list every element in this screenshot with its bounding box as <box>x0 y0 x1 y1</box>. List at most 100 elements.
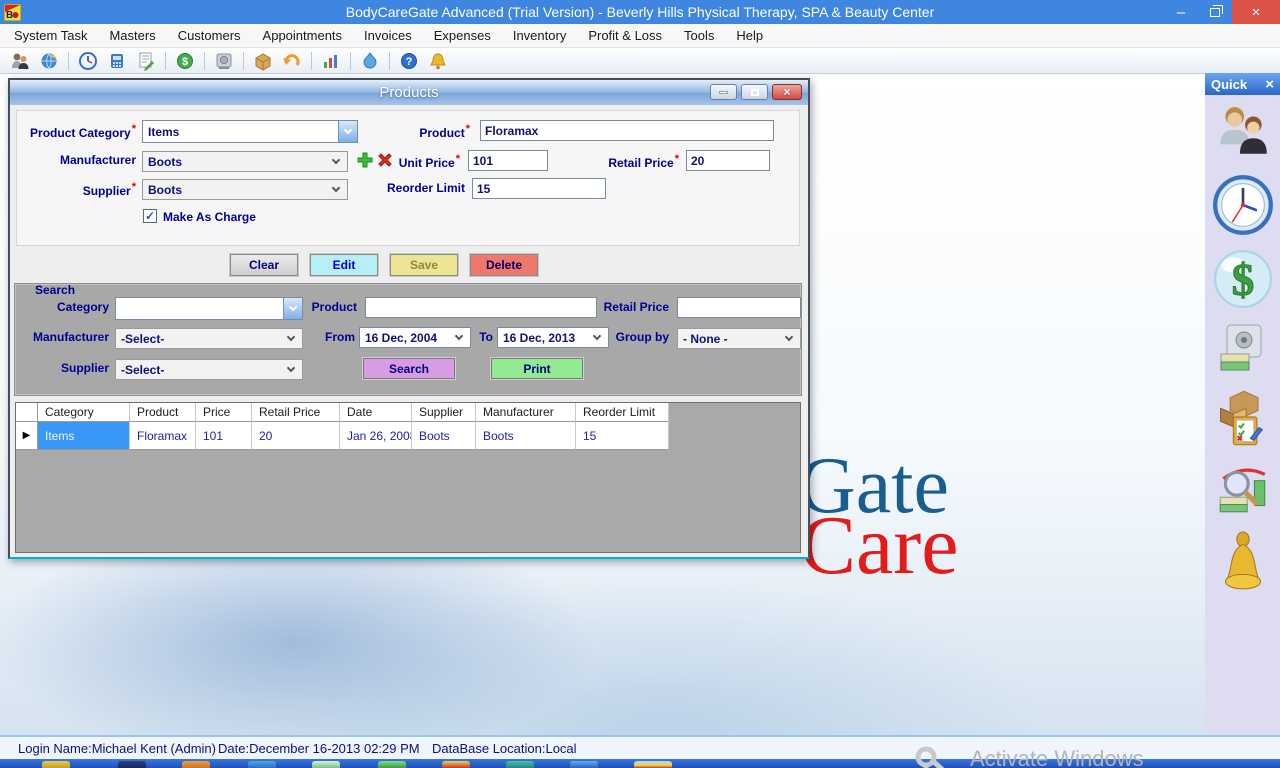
grid-header-date[interactable]: Date <box>340 403 412 422</box>
date-to-picker[interactable]: 16 Dec, 2013 <box>497 327 609 348</box>
toolbar-bell-icon[interactable] <box>428 51 448 71</box>
toolbar-undo-icon[interactable] <box>282 51 302 71</box>
menu-item-inventory[interactable]: Inventory <box>513 28 566 43</box>
menu-item-expenses[interactable]: Expenses <box>434 28 491 43</box>
products-grid: Category Product Price Retail Price Date… <box>15 402 801 553</box>
grid-data-row[interactable]: ▶ Items Floramax 101 20 Jan 26, 2008 Boo… <box>16 422 800 450</box>
grid-header-supplier[interactable]: Supplier <box>412 403 476 422</box>
window-restore-button[interactable] <box>1198 0 1232 24</box>
chevron-down-icon[interactable] <box>283 298 302 319</box>
taskbar-icon[interactable] <box>378 761 406 768</box>
dialog-minimize-button[interactable] <box>710 84 737 100</box>
quick-profit-analysis-icon[interactable] <box>1215 462 1271 518</box>
toolbar-tools-icon[interactable] <box>360 51 380 71</box>
taskbar-icon[interactable] <box>42 761 70 768</box>
quick-customers-icon[interactable] <box>1214 103 1272 161</box>
grid-header-manufacturer[interactable]: Manufacturer <box>476 403 576 422</box>
quick-billing-dollar-icon[interactable]: $ <box>1213 249 1273 309</box>
date-from-picker[interactable]: 16 Dec, 2004 <box>359 327 471 348</box>
taskbar-icon-active[interactable] <box>634 761 672 768</box>
grid-header-category[interactable]: Category <box>38 403 130 422</box>
menu-item-masters[interactable]: Masters <box>109 28 155 43</box>
supplier-combobox[interactable]: Boots <box>142 179 348 200</box>
search-supplier-select[interactable]: -Select- <box>115 359 303 380</box>
toolbar-help-icon[interactable]: ? <box>399 51 419 71</box>
grid-header-price[interactable]: Price <box>196 403 252 422</box>
search-product-input[interactable] <box>365 297 597 318</box>
window-close-button[interactable]: × <box>1232 0 1280 24</box>
search-product-label: Product <box>305 300 357 314</box>
quick-expenses-safe-icon[interactable] <box>1217 322 1269 374</box>
toolbar-schedule-globe-icon[interactable] <box>39 51 59 71</box>
taskbar-icon[interactable] <box>118 761 146 768</box>
grid-header-product[interactable]: Product <box>130 403 196 422</box>
menu-item-tools[interactable]: Tools <box>684 28 714 43</box>
grid-header-reorder-limit[interactable]: Reorder Limit <box>576 403 669 422</box>
toolbar-report-chart-icon[interactable] <box>321 51 341 71</box>
search-retail-price-input[interactable] <box>677 297 801 318</box>
quick-inventory-boxes-icon[interactable] <box>1212 387 1274 449</box>
toolbar-separator <box>350 52 351 70</box>
menu-item-appointments[interactable]: Appointments <box>263 28 343 43</box>
menu-item-profit-loss[interactable]: Profit & Loss <box>588 28 662 43</box>
grid-header-retail-price[interactable]: Retail Price <box>252 403 340 422</box>
svg-text:$: $ <box>182 56 188 68</box>
make-as-charge-checkbox[interactable]: ✓ <box>143 209 157 223</box>
cell-product[interactable]: Floramax <box>130 422 196 450</box>
cell-price[interactable]: 101 <box>196 422 252 450</box>
cell-category[interactable]: Items <box>38 422 130 450</box>
toolbar-clock-icon[interactable] <box>78 51 98 71</box>
search-category-combobox[interactable] <box>115 297 303 320</box>
cell-supplier[interactable]: Boots <box>412 422 476 450</box>
window-minimize-button[interactable]: – <box>1164 0 1198 24</box>
taskbar-icon[interactable] <box>248 761 276 768</box>
manufacturer-combobox[interactable]: Boots <box>142 151 348 172</box>
search-button[interactable]: Search <box>363 358 455 379</box>
product-input[interactable] <box>480 120 774 141</box>
toolbar-invoice-icon[interactable] <box>136 51 156 71</box>
edit-button[interactable]: Edit <box>310 254 378 276</box>
chevron-down-icon <box>287 364 295 372</box>
save-button[interactable]: Save <box>390 254 458 276</box>
print-button[interactable]: Print <box>491 358 583 379</box>
taskbar-icon[interactable] <box>442 761 470 768</box>
search-manufacturer-select[interactable]: -Select- <box>115 328 303 349</box>
group-by-select[interactable]: - None - <box>677 328 801 349</box>
dialog-close-button[interactable]: × <box>772 84 802 100</box>
toolbar-money-icon[interactable]: $ <box>175 51 195 71</box>
clear-button[interactable]: Clear <box>230 254 298 276</box>
toolbar-phone-directory-icon[interactable] <box>107 51 127 71</box>
quick-panel-close-icon[interactable]: × <box>1265 76 1274 93</box>
toolbar-customers-icon[interactable] <box>10 51 30 71</box>
taskbar-icon[interactable] <box>182 761 210 768</box>
reorder-limit-input[interactable] <box>472 178 606 199</box>
chevron-down-icon[interactable] <box>338 121 357 142</box>
retail-price-input[interactable] <box>686 150 770 171</box>
toolbar-safe-icon[interactable] <box>214 51 234 71</box>
unit-price-input[interactable] <box>468 150 548 171</box>
cell-retail-price[interactable]: 20 <box>252 422 340 450</box>
cell-reorder-limit[interactable]: 15 <box>576 422 669 450</box>
group-by-label: Group by <box>609 330 669 344</box>
status-login: Login Name:Michael Kent (Admin) <box>18 741 216 756</box>
menu-item-help[interactable]: Help <box>736 28 763 43</box>
quick-reminder-bell-icon[interactable] <box>1219 531 1267 593</box>
dialog-maximize-button[interactable] <box>741 84 768 100</box>
toolbar-inventory-box-icon[interactable] <box>253 51 273 71</box>
maximize-icon <box>751 89 759 96</box>
menu-item-customers[interactable]: Customers <box>178 28 241 43</box>
cell-manufacturer[interactable]: Boots <box>476 422 576 450</box>
product-category-combobox[interactable]: Items <box>142 120 358 143</box>
delete-button[interactable]: Delete <box>470 254 538 276</box>
chevron-down-icon <box>455 332 463 340</box>
taskbar-icon[interactable] <box>570 761 598 768</box>
quick-appointments-clock-icon[interactable] <box>1212 174 1274 236</box>
taskbar-icon[interactable] <box>506 761 534 768</box>
menu-item-invoices[interactable]: Invoices <box>364 28 412 43</box>
menu-item-system-task[interactable]: System Task <box>14 28 87 43</box>
activate-title: Activate Windows <box>970 746 1264 768</box>
taskbar-icon[interactable] <box>312 761 340 768</box>
keys-icon <box>912 746 962 768</box>
cell-date[interactable]: Jan 26, 2008 <box>340 422 412 450</box>
unit-price-label: Unit Price* <box>362 153 460 170</box>
